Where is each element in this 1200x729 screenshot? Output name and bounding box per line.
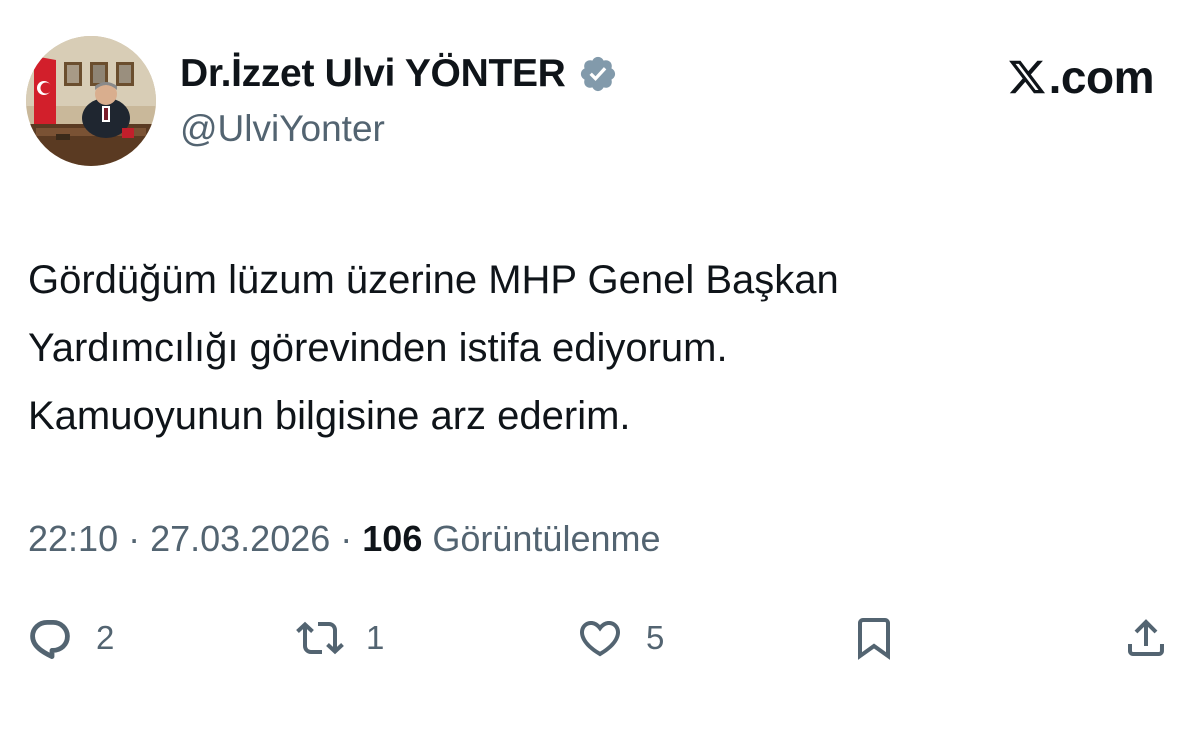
tweet-action-bar: 2 1 5 xyxy=(0,606,1200,670)
x-logo-icon xyxy=(1007,57,1047,97)
reply-icon xyxy=(30,620,70,659)
bookmark-icon xyxy=(858,618,890,660)
repost-button[interactable]: 1 xyxy=(296,606,384,670)
like-button[interactable]: 5 xyxy=(576,606,664,670)
avatar-photo xyxy=(26,36,156,166)
author-handle[interactable]: @UlviYonter xyxy=(180,108,385,150)
author-display-name[interactable]: Dr.İzzet Ulvi YÖNTER xyxy=(180,52,566,96)
views-label: Görüntülenme xyxy=(432,518,661,559)
tweet-date[interactable]: 27.03.2026 xyxy=(150,518,330,559)
tweet-text-line: Yardımcılığı görevinden istifa ediyorum. xyxy=(28,326,728,370)
site-watermark: .com xyxy=(1007,51,1155,103)
views-count: 106 xyxy=(362,518,423,559)
like-count: 5 xyxy=(646,619,665,656)
meta-separator: · xyxy=(330,518,363,559)
tweet-text-line: Gördüğüm lüzum üzerine MHP Genel Başkan xyxy=(28,258,839,302)
tweet-time[interactable]: 22:10 xyxy=(28,518,118,559)
author-avatar[interactable] xyxy=(26,36,156,166)
reply-count: 2 xyxy=(96,619,115,656)
site-label: .com xyxy=(1048,51,1155,103)
tweet-text-line: Kamuoyunun bilgisine arz ederim. xyxy=(28,394,631,438)
tweet-text: Gördüğüm lüzum üzerine MHP Genel Başkan … xyxy=(28,246,1148,450)
heart-icon xyxy=(579,621,621,657)
author-name-row: Dr.İzzet Ulvi YÖNTER xyxy=(180,52,618,96)
verified-badge-icon xyxy=(578,54,618,94)
share-icon xyxy=(1128,619,1164,656)
repost-icon xyxy=(296,621,344,655)
tweet-meta: 22:10 · 27.03.2026 · 106 Görüntülenme xyxy=(28,518,661,560)
reply-button[interactable]: 2 xyxy=(26,606,114,670)
share-button[interactable] xyxy=(1122,606,1170,670)
meta-separator: · xyxy=(118,518,151,559)
repost-count: 1 xyxy=(366,619,385,656)
bookmark-button[interactable] xyxy=(850,606,898,670)
